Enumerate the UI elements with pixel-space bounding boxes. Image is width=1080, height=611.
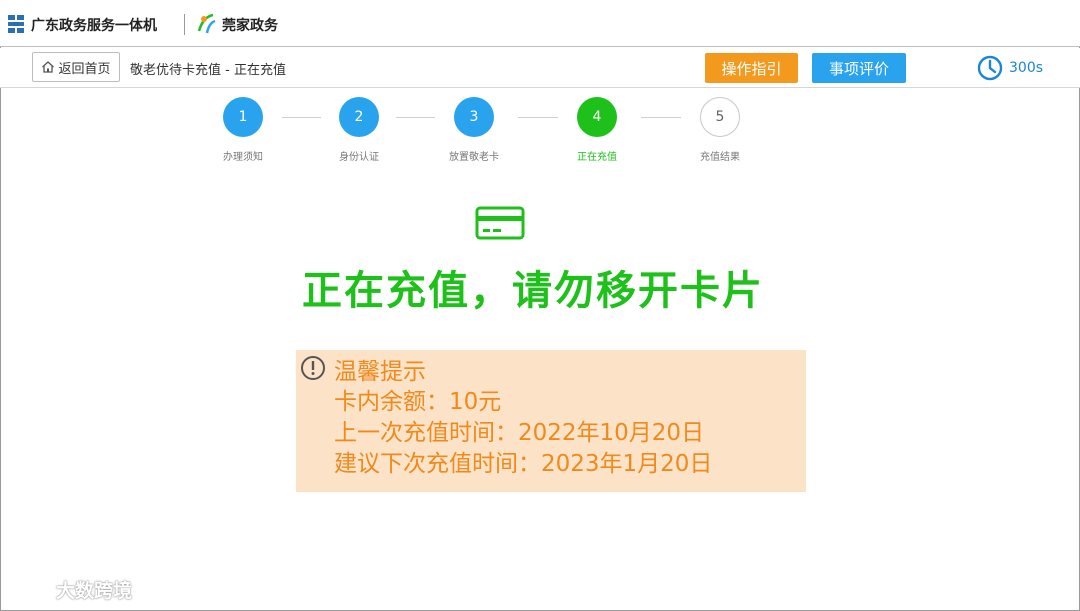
brand-secondary-name: 莞家政务 [222, 18, 278, 34]
step-4-label: 正在充值 [577, 152, 617, 163]
step-connector [518, 117, 558, 118]
watermark-logo-icon [11, 579, 48, 599]
step-5-circle: 5 [700, 97, 740, 137]
brand-bar: 广东政务服务一体机 莞家政务 [0, 0, 1080, 47]
countdown-timer: 300s [976, 53, 1043, 83]
breadcrumb: 敬老优待卡充值 - 正在充值 [130, 63, 286, 78]
exclamation-icon [301, 356, 325, 380]
step-2-circle: 2 [339, 97, 379, 137]
tip-balance: 卡内余额：10元 [334, 389, 502, 415]
recharging-headline: 正在充值，请勿移开卡片 [302, 268, 764, 314]
clock-icon [977, 55, 1003, 81]
step-5-label: 充值结果 [700, 152, 740, 163]
home-button[interactable]: 返回首页 [32, 52, 120, 82]
tip-next-recharge: 建议下次充值时间：2023年1月20日 [334, 451, 713, 477]
step-3-label: 放置敬老卡 [449, 152, 499, 163]
step-1-label: 办理须知 [223, 152, 263, 163]
dongguan-gov-logo-icon [197, 13, 216, 34]
step-1-circle: 1 [223, 97, 263, 137]
step-3-circle: 3 [454, 97, 494, 137]
gd-gov-logo-icon [8, 15, 24, 33]
card-icon [475, 206, 525, 240]
service-rating-button[interactable]: 事项评价 [812, 53, 906, 83]
step-connector [641, 117, 681, 118]
brand-primary-name: 广东政务服务一体机 [31, 18, 157, 34]
operation-guide-button[interactable]: 操作指引 [705, 53, 798, 83]
step-2-label: 身份认证 [339, 152, 379, 163]
watermark: 大数跨境 [10, 576, 132, 603]
home-icon [42, 61, 55, 73]
brand-divider [184, 14, 185, 35]
tip-box: 温馨提示 卡内余额：10元 上一次充值时间：2022年10月20日 建议下次充值… [296, 350, 806, 492]
step-connector [282, 117, 321, 118]
timer-value: 300s [1009, 60, 1044, 76]
tip-title: 温馨提示 [334, 359, 426, 385]
step-4-circle: 4 [577, 97, 617, 137]
nav-bar: 返回首页 敬老优待卡充值 - 正在充值 操作指引 事项评价 300s [0, 48, 1080, 88]
home-button-label: 返回首页 [58, 61, 111, 77]
tip-last-recharge: 上一次充值时间：2022年10月20日 [334, 420, 705, 446]
step-connector [396, 117, 435, 118]
watermark-text: 大数跨境 [56, 580, 133, 602]
